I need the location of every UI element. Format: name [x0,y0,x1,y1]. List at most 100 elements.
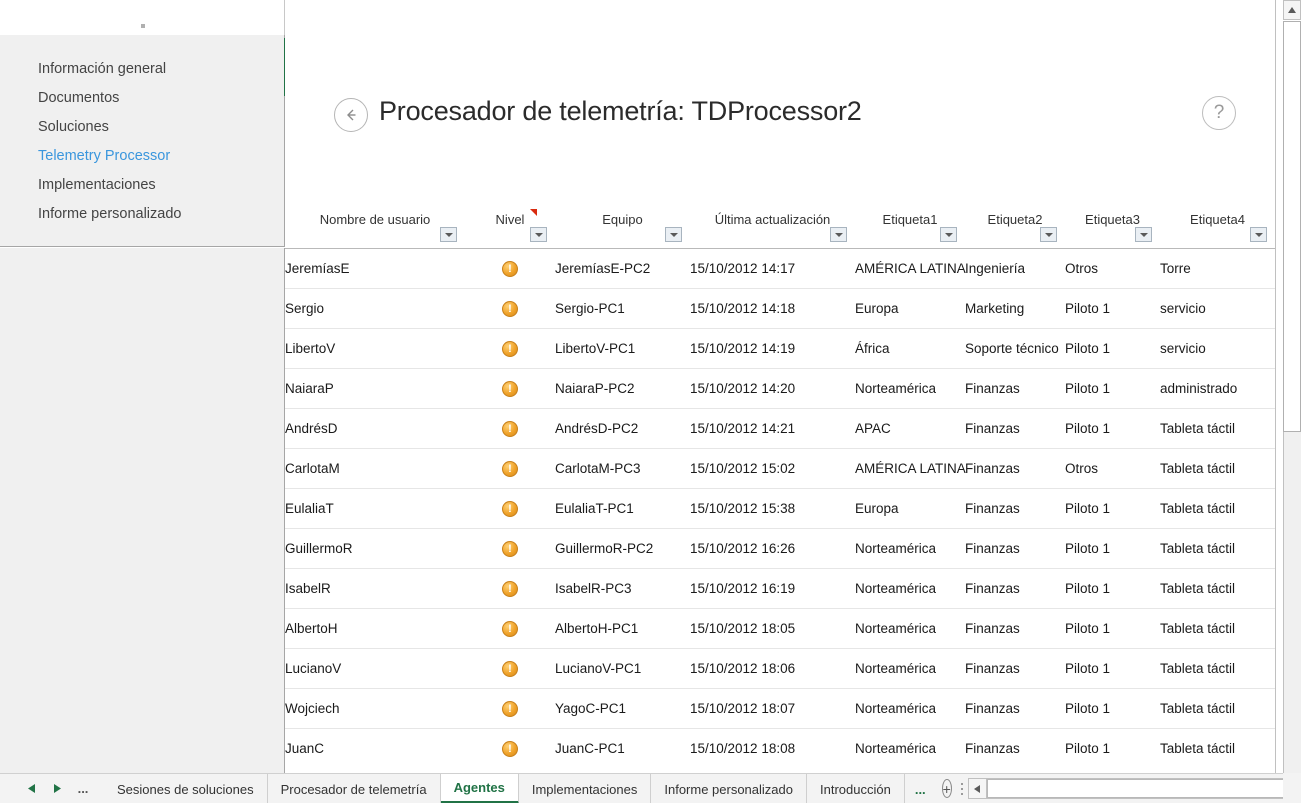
cell-tag2: Finanzas [965,408,1065,449]
cell-user: JuanC [285,728,465,769]
horizontal-scrollbar-thumb[interactable] [986,779,1301,798]
horizontal-scrollbar[interactable] [967,778,1301,799]
cell-tag4: Tableta táctil [1160,568,1275,609]
cell-tag3: Piloto 1 [1065,568,1160,609]
sheet-tab-1[interactable]: Sesiones de soluciones [104,774,268,803]
table-row[interactable]: LibertoV LibertoV-PC115/10/2012 14:19Áfri… [285,328,1275,369]
navigation-sidebar: Información general Documentos Soluciones T… [0,35,285,247]
cell-user: AndrésD [285,408,465,449]
filter-dropdown-icon[interactable] [830,227,847,242]
table-row[interactable]: AlbertoH AlbertoH-PC115/10/2012 18:05Nort… [285,608,1275,649]
cell-tag2: Finanzas [965,568,1065,609]
sheet-tab-5[interactable]: Informe personalizado [651,774,807,803]
cell-tag1: Norteamérica [855,648,965,689]
cell-updated: 15/10/2012 16:26 [690,528,855,569]
warning-icon-glyph [502,540,518,558]
back-arrow-icon[interactable] [334,98,368,132]
filter-dropdown-icon[interactable] [1250,227,1267,242]
cell-user: EulaliaT [285,488,465,529]
warning-icon [465,408,555,449]
table-row[interactable]: AndrésD AndrésD-PC215/10/2012 14:21APACFi… [285,408,1275,449]
cell-updated: 15/10/2012 15:38 [690,488,855,529]
cell-tag3: Piloto 1 [1065,648,1160,689]
scroll-up-icon[interactable] [1283,0,1301,20]
comment-marker-icon[interactable] [530,209,537,216]
filter-dropdown-icon[interactable] [940,227,957,242]
sheet-tab-3[interactable]: Agentes [440,774,519,803]
sidebar-lower-panel [0,248,285,773]
cell-tag2: Finanzas [965,368,1065,409]
cell-user: IsabelR [285,568,465,609]
table-header-row: Nombre de usuario Nivel Equipo Última actua… [285,200,1275,249]
cell-tag1: AMÉRICA LATINA [855,261,966,276]
triangle-right-icon[interactable] [44,774,70,803]
warning-icon-glyph [502,580,518,598]
warning-icon [465,608,555,649]
filter-dropdown-icon[interactable] [1040,227,1057,242]
table-row[interactable]: EulaliaT EulaliaT-PC115/10/2012 15:38Euro… [285,488,1275,529]
cell-tag3: Otros [1065,261,1099,276]
table-row[interactable]: CarlotaM CarlotaM-PC315/10/2012 15:02AMÉR… [285,448,1275,489]
cell-user: LucianoV [285,648,465,689]
cell-machine: YagoC-PC1 [555,688,690,729]
filter-dropdown-icon[interactable] [530,227,547,242]
cell-machine: GuillermoR-PC2 [555,528,690,569]
table-row[interactable]: JeremíasE JeremíasE-PC2 15/10/2012 14:17 AM… [285,249,1275,289]
cell-user: GuillermoR [285,528,465,569]
sheet-tab-2[interactable]: Procesador de telemetría [267,774,441,803]
warning-icon-glyph [502,260,518,278]
vertical-scrollbar-track[interactable] [1283,432,1301,773]
column-header-label: Nivel [495,212,525,227]
cell-machine: LucianoV-PC1 [555,648,690,689]
warning-icon-glyph [502,300,518,318]
filter-dropdown-icon[interactable] [440,227,457,242]
question-mark-icon[interactable]: ? [1202,96,1236,130]
table-row[interactable]: Sergio Sergio-PC115/10/2012 14:18EuropaMa… [285,288,1275,329]
sheet-tab-list: Sesiones de soluciones Procesador de tele… [104,774,905,803]
cell-updated: 15/10/2012 14:20 [690,368,855,409]
cell-tag2: Finanzas [965,688,1065,729]
cell-machine: LibertoV-PC1 [555,328,690,369]
warning-icon-glyph [502,460,518,478]
sheet-overflow-left[interactable]: ... [70,774,96,803]
table-row[interactable]: LucianoV LucianoV-PC115/10/2012 18:06Nort… [285,648,1275,689]
column-header-7: Etiqueta3 [1065,200,1160,249]
vertical-scrollbar[interactable] [1283,0,1301,773]
cell-tag3: Piloto 1 [1065,608,1160,649]
table-row[interactable]: Wojciech YagoC-PC115/10/2012 18:07Norteam… [285,688,1275,729]
warning-icon [465,249,555,289]
pane-split-handle[interactable] [960,774,963,803]
cell-tag4: Tableta táctil [1160,488,1275,529]
column-header-label: Etiqueta3 [1085,212,1140,227]
sidebar-item-6[interactable]: Informe personalizado [0,200,284,229]
table-row[interactable]: GuillermoR GuillermoR-PC215/10/2012 16:26… [285,528,1275,569]
cell-machine: Sergio-PC1 [555,288,690,329]
sheet-overflow-right[interactable]: ... [905,774,936,803]
table-row[interactable]: NaiaraP NaiaraP-PC215/10/2012 14:20Nortea… [285,368,1275,409]
sidebar-item-1[interactable]: Información general [0,55,284,84]
column-header-label: Equipo [602,212,643,227]
cell-tag1: Norteamérica [855,568,965,609]
cell-tag4: servicio [1160,328,1275,369]
sidebar-item-3[interactable]: Soluciones [0,113,284,142]
table-row[interactable]: JuanC JuanC-PC115/10/2012 18:08Norteaméri… [285,728,1275,769]
cell-user: AlbertoH [285,608,465,649]
cell-tag1: Norteamérica [855,528,965,569]
scroll-left-icon[interactable] [968,779,987,798]
triangle-left-icon[interactable] [18,774,44,803]
filter-dropdown-icon[interactable] [1135,227,1152,242]
cell-tag2: Finanzas [965,728,1065,769]
sidebar-item-2[interactable]: Documentos [0,84,284,113]
filter-dropdown-icon[interactable] [665,227,682,242]
warning-icon [465,728,555,769]
sidebar-item-4[interactable]: Telemetry Processor [0,142,284,171]
warning-icon-glyph [502,340,518,358]
sidebar-item-5[interactable]: Implementaciones [0,171,284,200]
sheet-tab-6[interactable]: Introducción [807,774,905,803]
column-header-6: Etiqueta2 [965,200,1065,249]
vertical-scrollbar-thumb[interactable] [1283,21,1301,432]
plus-circle-icon[interactable]: + [941,779,952,798]
cell-tag4: Tableta táctil [1160,408,1275,449]
sheet-tab-4[interactable]: Implementaciones [518,774,652,803]
table-row[interactable]: IsabelR IsabelR-PC315/10/2012 16:19Nortea… [285,568,1275,609]
